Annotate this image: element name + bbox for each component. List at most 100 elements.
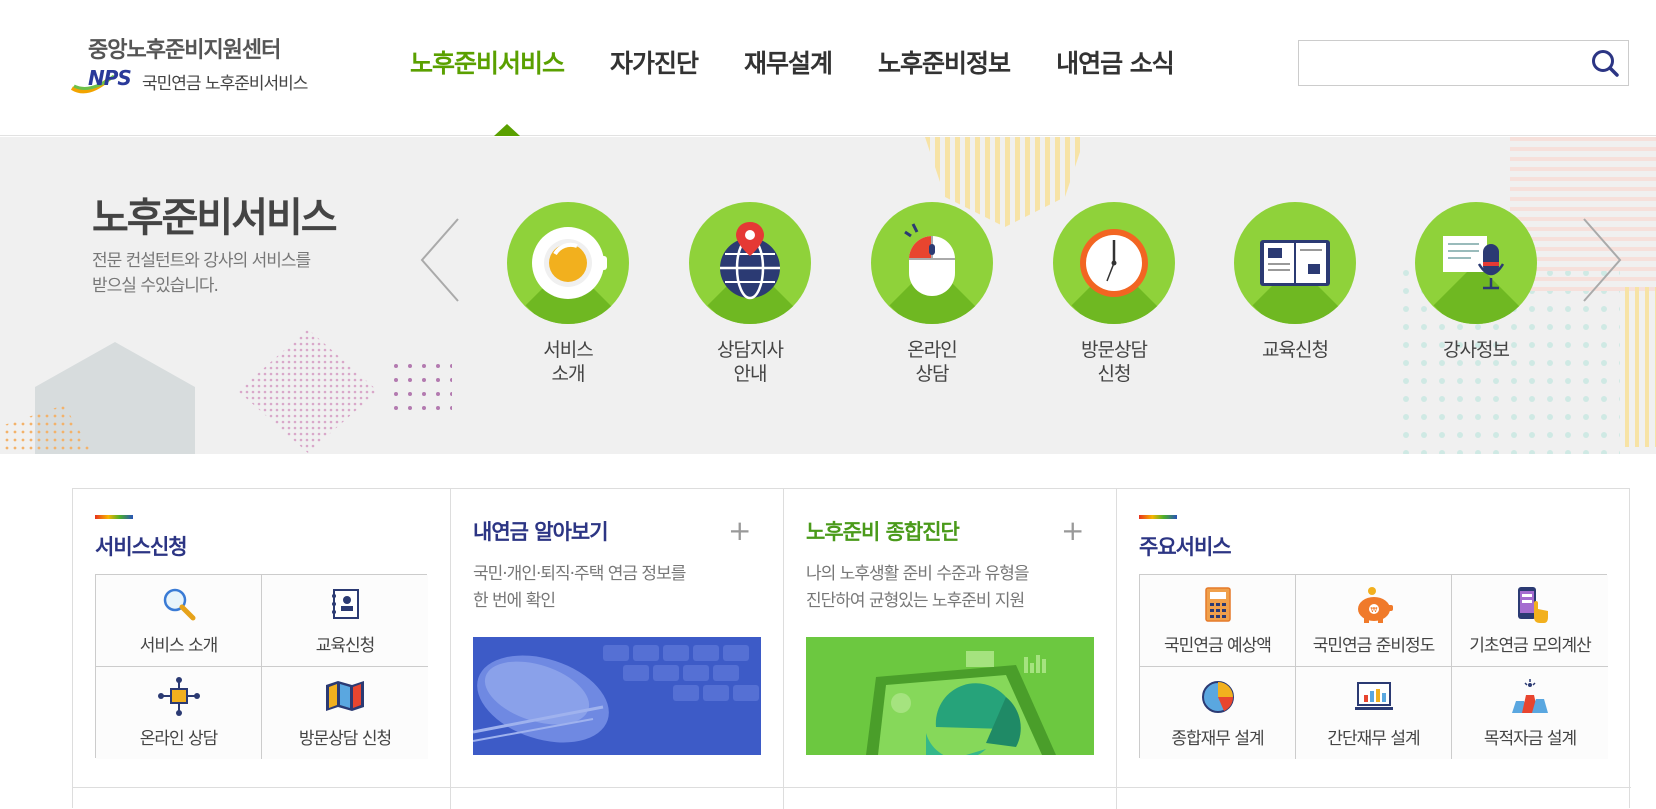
logo-subtitle: 국민연금 노후준비서비스: [142, 74, 308, 94]
nav-item-financial-planning[interactable]: 재무설계: [744, 44, 833, 80]
nav-item-pension-news[interactable]: 내연금 소식: [1056, 44, 1175, 80]
grid-label: 간단재무 설계: [1327, 729, 1420, 749]
service-item-visit[interactable]: 방문상담 신청: [1039, 202, 1189, 386]
grid-item-pension-readiness[interactable]: ₩ 국민연금 준비정도: [1296, 575, 1452, 667]
banner-description: 전문 컨설턴트와 강사의 서비스를 받으실 수있습니다.: [92, 251, 311, 296]
panel-heading[interactable]: 내연금 알아보기: [473, 516, 609, 546]
panel-divider: [1116, 489, 1117, 809]
service-item-education[interactable]: 교육신청: [1220, 202, 1370, 362]
main-services-grid: 국민연금 예상액 ₩ 국민연금 준비정도 기초연금 모의계산 종합재무 설계 간…: [1139, 574, 1608, 759]
pension-banner-image[interactable]: [473, 637, 761, 755]
grid-label: 교육신청: [315, 636, 376, 656]
chevron-left-icon[interactable]: [418, 217, 462, 303]
nav-item-retirement-service[interactable]: 노후준비서비스: [410, 44, 565, 80]
grid-item-service-intro[interactable]: 서비스 소개: [96, 575, 262, 667]
globe-pin-icon: [720, 222, 780, 300]
chevron-right-icon[interactable]: [1580, 217, 1624, 303]
grid-item-online-consult[interactable]: 온라인 상담: [96, 667, 262, 759]
bags-icon: [1512, 679, 1548, 713]
panel-heading[interactable]: 노후준비 종합진단: [806, 516, 960, 546]
decor-dot-grid-orange: [4, 405, 94, 454]
service-label: 강사정보: [1443, 339, 1510, 361]
phone-touch-icon: [1518, 587, 1548, 623]
decor-stripes-yellow-right: [1625, 287, 1656, 447]
diagnosis-banner-image[interactable]: [806, 637, 1094, 755]
grid-label: 종합재무 설계: [1171, 729, 1264, 749]
microphone-icon: [1443, 236, 1505, 290]
grid-label: 서비스 소개: [139, 636, 219, 656]
nav-active-indicator: [494, 124, 520, 136]
network-icon: [157, 677, 200, 716]
book-icon: [1260, 240, 1330, 286]
panel-divider: [783, 489, 784, 809]
mouse-icon: [904, 223, 955, 296]
search-icon[interactable]: [1590, 48, 1620, 78]
site-logo[interactable]: 중앙노후준비지원센터 NPS 국민연금 노후준비서비스: [70, 32, 360, 102]
service-label: 방문상담 신청: [1081, 339, 1148, 385]
grid-item-education[interactable]: 교육신청: [262, 575, 428, 667]
plus-icon[interactable]: +: [728, 517, 751, 545]
piggy-bank-icon: ₩: [1357, 587, 1393, 623]
service-label: 서비스 소개: [543, 339, 593, 385]
service-item-intro[interactable]: 서비스 소개: [493, 202, 643, 386]
nav-item-self-diagnosis[interactable]: 자가진단: [610, 44, 699, 80]
service-item-instructor[interactable]: 강사정보: [1401, 202, 1551, 362]
logo-title: 중앙노후준비지원센터: [88, 38, 281, 63]
panel-heading: 주요서비스: [1139, 535, 1232, 559]
service-item-branch[interactable]: 상담지사 안내: [675, 202, 825, 386]
service-apply-grid: 서비스 소개 교육신청 온라인 상담 방문상담 신청: [95, 574, 428, 759]
heading-colorbar: [1139, 515, 1177, 519]
service-item-online[interactable]: 온라인 상담: [857, 202, 1007, 386]
magnifier-icon: [163, 588, 195, 621]
service-label: 온라인 상담: [907, 339, 957, 385]
grid-item-simple-finance[interactable]: 간단재무 설계: [1296, 667, 1452, 759]
service-circle: [871, 202, 993, 324]
panel-description: 나의 노후생활 준비 수준과 유형을 진단하여 균형있는 노후준비 지원: [806, 564, 1030, 611]
grid-label: 국민연금 준비정도: [1312, 636, 1436, 656]
service-label: 교육신청: [1262, 339, 1329, 361]
grid-label: 기초연금 모의계산: [1469, 636, 1592, 656]
mouse-keyboard-image: [473, 637, 761, 755]
grid-label: 방문상담 신청: [298, 729, 392, 749]
search-box: [1298, 40, 1629, 86]
content-panels: 서비스신청 서비스 소개 교육신청 온라인 상담 방문상담 신청 내연금 알아보…: [72, 488, 1631, 809]
coffee-cup-icon: [532, 227, 607, 299]
clock-icon: [1080, 229, 1148, 297]
grid-item-basic-pension-calc[interactable]: 기초연금 모의계산: [1452, 575, 1608, 667]
grid-item-purpose-fund[interactable]: 목적자금 설계: [1452, 667, 1608, 759]
main-nav: 노후준비서비스 자가진단 재무설계 노후준비정보 내연금 소식: [410, 44, 1220, 80]
notebook-icon: [332, 589, 359, 619]
calculator-icon: [1204, 587, 1231, 622]
decor-dot-diamond: [238, 329, 378, 453]
banner-title: 노후준비서비스: [92, 195, 338, 241]
site-header: 중앙노후준비지원센터 NPS 국민연금 노후준비서비스 노후준비서비스 자가진단…: [0, 0, 1656, 136]
service-circle: [1415, 202, 1537, 324]
service-circle: [1053, 202, 1175, 324]
decor-dot-grid-purple: [392, 362, 452, 412]
map-icon: [326, 681, 364, 711]
service-circle: [507, 202, 629, 324]
grid-label: 목적자금 설계: [1483, 729, 1577, 749]
grid-label: 온라인 상담: [139, 729, 219, 749]
search-input[interactable]: [1299, 41, 1579, 85]
service-circle: [1234, 202, 1356, 324]
panel-heading: 서비스신청: [95, 535, 188, 559]
grid-item-comprehensive-finance[interactable]: 종합재무 설계: [1140, 667, 1296, 759]
service-circle: [689, 202, 811, 324]
chart-tablet-image: [806, 637, 1094, 755]
logo-nps: NPS: [88, 66, 132, 90]
heading-colorbar: [95, 515, 133, 519]
grid-label: 국민연금 예상액: [1164, 636, 1272, 656]
pie-chart-icon: [1201, 681, 1234, 713]
grid-item-visit-consult[interactable]: 방문상담 신청: [262, 667, 428, 759]
panel-bottom-line: [73, 787, 1631, 788]
nav-item-retirement-info[interactable]: 노후준비정보: [878, 44, 1011, 80]
service-banner: 노후준비서비스 전문 컨설턴트와 강사의 서비스를 받으실 수있습니다. 서비스…: [0, 137, 1656, 454]
grid-item-pension-estimate[interactable]: 국민연금 예상액: [1140, 575, 1296, 667]
service-label: 상담지사 안내: [717, 339, 784, 385]
panel-description: 국민·개인·퇴직·주택 연금 정보를 한 번에 확인: [473, 564, 686, 611]
plus-icon[interactable]: +: [1061, 517, 1084, 545]
monitor-chart-icon: [1354, 682, 1393, 710]
panel-divider: [450, 489, 451, 809]
svg-text:₩: ₩: [1370, 606, 1377, 614]
